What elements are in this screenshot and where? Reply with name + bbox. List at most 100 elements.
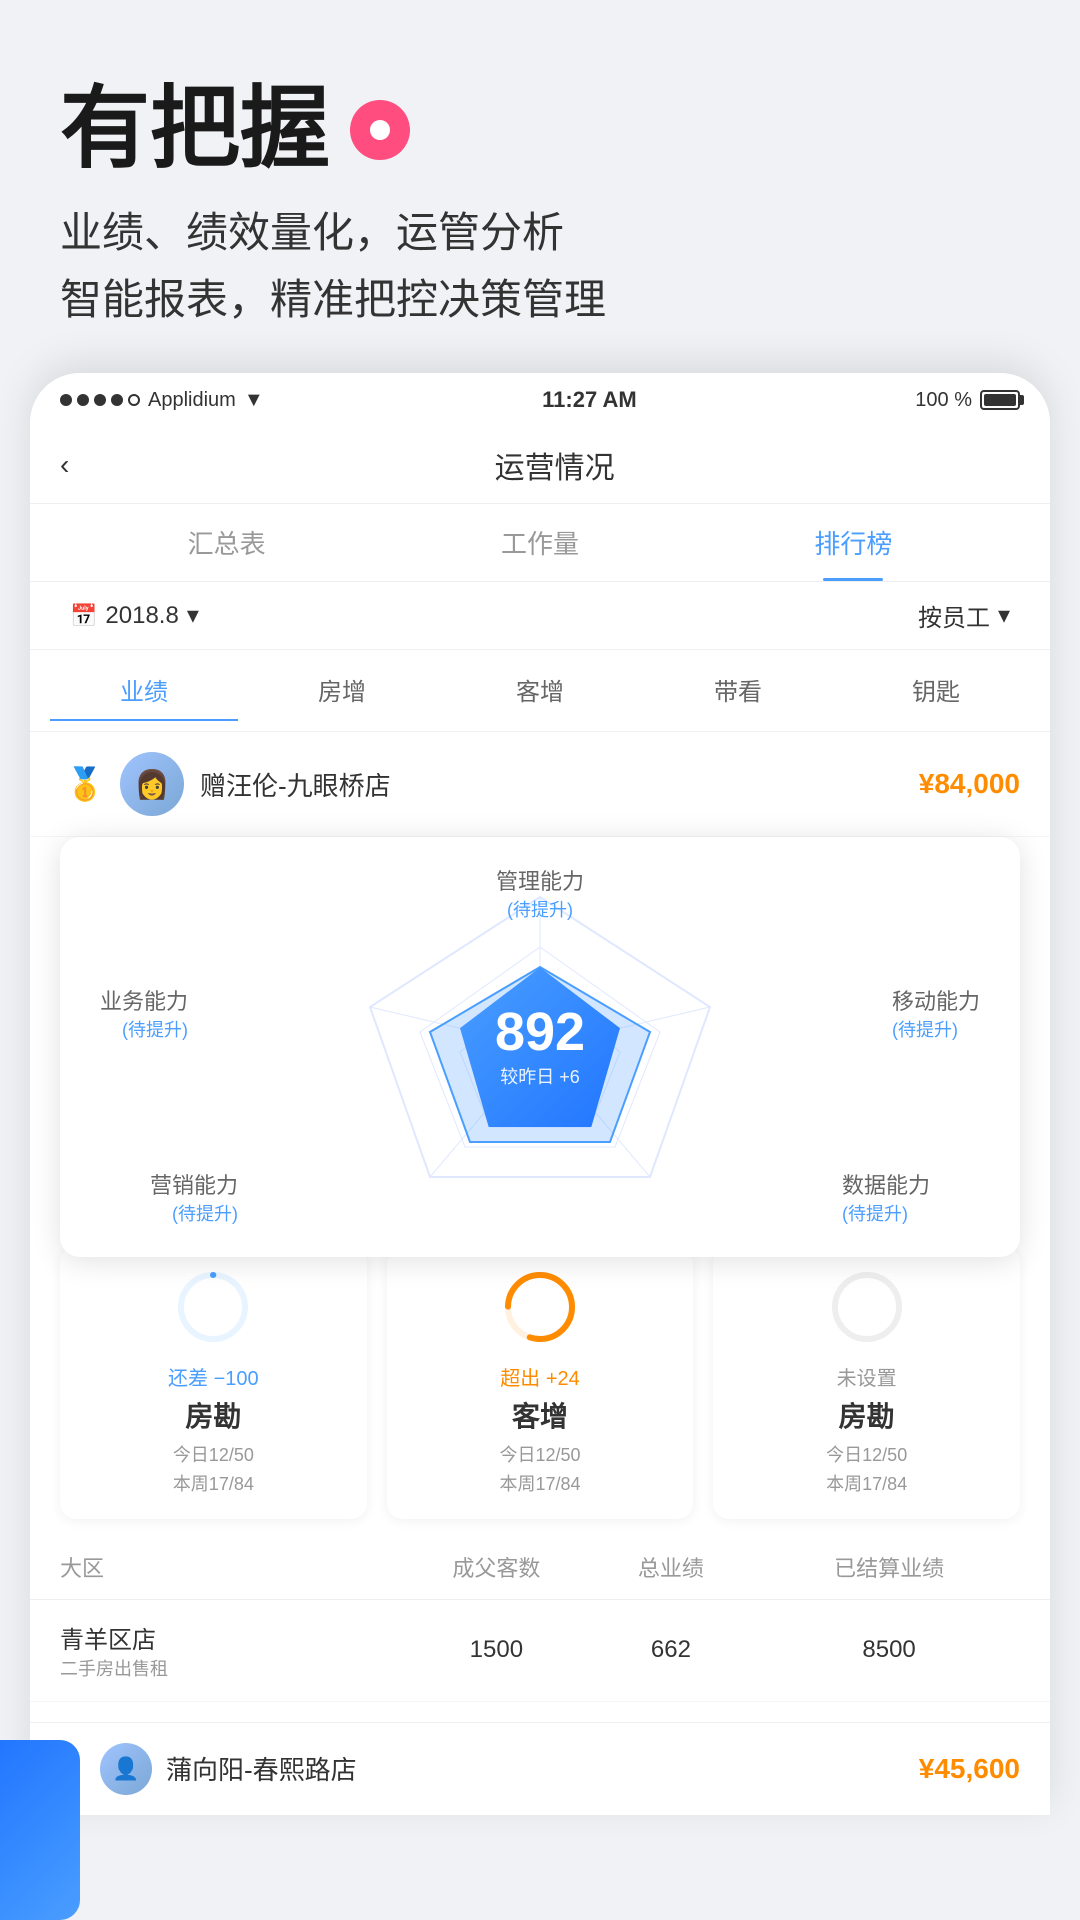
bottom-avatar: 👤 xyxy=(100,1743,152,1795)
title-logo-icon xyxy=(350,100,410,160)
bottom-ranking-item[interactable]: 8 👤 蒲向阳-春熙路店 ¥45,600 xyxy=(30,1722,1050,1815)
table-header: 大区 成父客数 总业绩 已结算业绩 xyxy=(30,1535,1050,1600)
sub-tabs: 业绩 房增 客增 带看 钥匙 xyxy=(30,650,1050,732)
prog-label-1: 房勘 xyxy=(76,1395,351,1435)
prog-today-1: 今日12/50 xyxy=(76,1441,351,1470)
rank-value: ¥84,000 xyxy=(919,768,1020,800)
title-text: 有把握 xyxy=(60,80,330,179)
dot1 xyxy=(60,394,72,406)
label-data: 数据能力 xyxy=(842,1171,930,1202)
tab-summary[interactable]: 汇总表 xyxy=(70,504,383,581)
radar-label-bottom-right: 数据能力 (待提升) xyxy=(842,1171,930,1227)
td-area-name: 青羊区店 xyxy=(60,1620,409,1655)
prog-detail-3: 今日12/50 本周17/84 xyxy=(729,1441,1004,1499)
calendar-icon: 📅 xyxy=(70,603,97,629)
status-right: 100 % xyxy=(915,389,1020,412)
dot3 xyxy=(94,394,106,406)
back-button[interactable]: ‹ xyxy=(60,449,69,481)
score-badge-wrapper: 892 较昨日 +6 xyxy=(460,967,620,1127)
label-marketing: 营销能力 xyxy=(150,1171,238,1202)
bottom-rank-name: 蒲向阳-春熙路店 xyxy=(166,1750,919,1787)
prog-status-1: 还差 −100 xyxy=(76,1362,351,1391)
battery-label: 100 % xyxy=(915,389,972,412)
nav-title: 运营情况 xyxy=(89,443,1020,487)
radar-label-right: 移动能力 (待提升) xyxy=(892,987,980,1043)
progress-circle-3 xyxy=(827,1267,907,1347)
tab-ranking[interactable]: 排行榜 xyxy=(697,504,1010,581)
bottom-avatar-img: 👤 xyxy=(100,1743,152,1795)
top-ranking-row[interactable]: 🥇 👩 赠汪伦-九眼桥店 ¥84,000 xyxy=(30,732,1050,837)
sub-tab-house-increase[interactable]: 房增 xyxy=(248,660,436,721)
sub-tab-performance[interactable]: 业绩 xyxy=(50,660,238,721)
progress-card-house-survey: 还差 −100 房勘 今日12/50 本周17/84 xyxy=(60,1247,367,1519)
dot4 xyxy=(111,394,123,406)
prog-today-3: 今日12/50 xyxy=(729,1441,1004,1470)
tab-workload-label: 工作量 xyxy=(501,529,579,559)
app-title: 有把握 xyxy=(60,80,1020,179)
radar-card: 管理能力 (待提升) 移动能力 (待提升) 数据能力 (待提升) 营销能力 (待… xyxy=(60,837,1020,1257)
sub-tab-client-increase[interactable]: 客增 xyxy=(446,660,634,721)
table-section: 大区 成父客数 总业绩 已结算业绩 青羊区店 二手房出售租 1500 662 8… xyxy=(30,1535,1050,1722)
status-bar: Applidium ▼ 11:27 AM 100 % xyxy=(30,373,1050,427)
tab-ranking-label: 排行榜 xyxy=(814,529,892,559)
progress-circle-2 xyxy=(500,1267,580,1347)
sub-tab-house-label: 房增 xyxy=(318,679,366,706)
progress-card-unset: 未设置 房勘 今日12/50 本周17/84 xyxy=(713,1247,1020,1519)
filter-by[interactable]: 按员工 ▾ xyxy=(918,598,1010,633)
tab-summary-label: 汇总表 xyxy=(188,529,266,559)
tab-workload[interactable]: 工作量 xyxy=(383,504,696,581)
td-settled-value: 8500 xyxy=(758,1636,1020,1664)
label-business-sub: (待提升) xyxy=(100,1018,188,1043)
prog-status-3: 未设置 xyxy=(729,1362,1004,1391)
status-time: 11:27 AM xyxy=(542,387,637,413)
th-area: 大区 xyxy=(60,1551,409,1583)
prog-label-3: 房勘 xyxy=(729,1395,1004,1435)
sub-tab-visit-label: 带看 xyxy=(714,679,762,706)
prog-today-2: 今日12/50 xyxy=(403,1441,678,1470)
header-section: 有把握 业绩、绩效量化，运管分析 智能报表，精准把控决策管理 xyxy=(0,0,1080,373)
sub-tab-key[interactable]: 钥匙 xyxy=(842,660,1030,721)
avatar: 👩 xyxy=(120,752,184,816)
th-clients: 成父客数 xyxy=(409,1551,584,1583)
sub-tab-key-label: 钥匙 xyxy=(912,679,960,706)
radar-label-bottom-left: 营销能力 (待提升) xyxy=(150,1171,238,1227)
nav-bar: ‹ 运营情况 xyxy=(30,427,1050,504)
blue-decoration xyxy=(0,1740,80,1920)
status-left: Applidium ▼ xyxy=(60,389,264,412)
wifi-icon: ▼ xyxy=(244,389,264,412)
prog-week-2: 本周17/84 xyxy=(403,1470,678,1499)
score-subtitle: 较昨日 +6 xyxy=(500,1063,580,1089)
td-total-value: 662 xyxy=(584,1636,759,1664)
dot2 xyxy=(77,394,89,406)
prog-label-2: 客增 xyxy=(403,1395,678,1435)
label-management: 管理能力 xyxy=(496,867,584,898)
dot5 xyxy=(128,394,140,406)
app-screen: Applidium ▼ 11:27 AM 100 % ‹ 运营情况 汇总表 工作… xyxy=(30,373,1050,1815)
td-area: 青羊区店 二手房出售租 xyxy=(60,1620,409,1681)
subtitle-line2: 智能报表，精准把控决策管理 xyxy=(60,266,1020,333)
sub-tab-visit[interactable]: 带看 xyxy=(644,660,832,721)
label-marketing-sub: (待提升) xyxy=(150,1202,238,1227)
table-row[interactable]: 青羊区店 二手房出售租 1500 662 8500 xyxy=(30,1600,1050,1702)
th-settled: 已结算业绩 xyxy=(758,1551,1020,1583)
phone-mockup: Applidium ▼ 11:27 AM 100 % ‹ 运营情况 汇总表 工作… xyxy=(30,373,1050,1815)
subtitle: 业绩、绩效量化，运管分析 智能报表，精准把控决策管理 xyxy=(60,199,1020,333)
radar-label-left: 业务能力 (待提升) xyxy=(100,987,188,1043)
prog-status-2: 超出 +24 xyxy=(403,1362,678,1391)
filter-date[interactable]: 📅 2018.8 ▾ xyxy=(70,601,199,630)
score-number: 892 xyxy=(495,1005,585,1059)
signal-dots xyxy=(60,394,140,406)
radar-container: 管理能力 (待提升) 移动能力 (待提升) 数据能力 (待提升) 营销能力 (待… xyxy=(90,867,990,1227)
td-area-sub: 二手房出售租 xyxy=(60,1655,409,1681)
chevron-down-icon2: ▾ xyxy=(998,601,1010,630)
th-total: 总业绩 xyxy=(584,1551,759,1583)
progress-cards: 还差 −100 房勘 今日12/50 本周17/84 超出 +24 客增 今日1… xyxy=(30,1247,1050,1519)
progress-card-client: 超出 +24 客增 今日12/50 本周17/84 xyxy=(387,1247,694,1519)
subtitle-line1: 业绩、绩效量化，运管分析 xyxy=(60,199,1020,266)
rank-badge: 🥇 xyxy=(60,759,110,809)
label-mobile: 移动能力 xyxy=(892,987,980,1018)
prog-detail-1: 今日12/50 本周17/84 xyxy=(76,1441,351,1499)
sub-tab-performance-label: 业绩 xyxy=(120,679,168,706)
radar-label-top: 管理能力 (待提升) xyxy=(496,867,584,923)
prog-week-3: 本周17/84 xyxy=(729,1470,1004,1499)
